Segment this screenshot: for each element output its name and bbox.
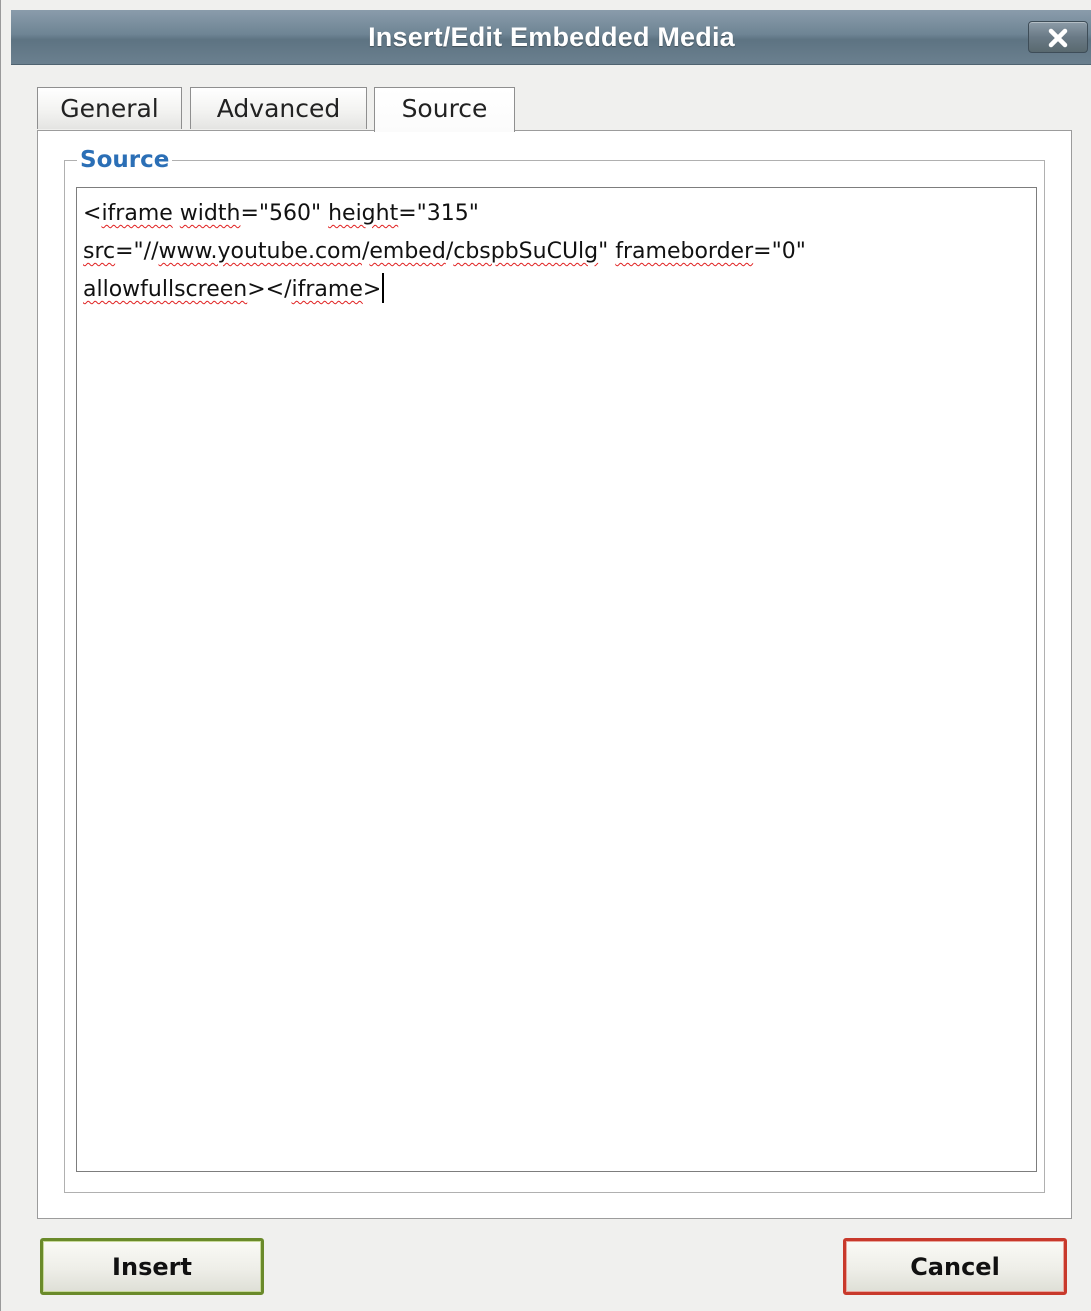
misspelled-token: height: [328, 201, 399, 226]
source-code-textarea[interactable]: <iframe width="560" height="315" src="//w…: [76, 187, 1037, 1172]
source-code-line: <iframe width="560" height="315": [83, 195, 1036, 233]
misspelled-token: src: [83, 239, 116, 264]
misspelled-token: allowfullscreen: [83, 277, 248, 302]
close-button[interactable]: [1028, 21, 1088, 53]
text-caret: [382, 273, 385, 303]
code-token: ="315": [398, 201, 479, 226]
tab-advanced[interactable]: Advanced: [190, 87, 367, 129]
code-token: ="//: [115, 239, 159, 264]
dialog-title: Insert/Edit Embedded Media: [368, 22, 735, 52]
cancel-button[interactable]: Cancel: [843, 1238, 1067, 1295]
source-legend: Source: [77, 144, 173, 176]
close-icon: [1029, 22, 1087, 52]
source-code-line: allowfullscreen></iframe>: [83, 271, 1036, 309]
tab-general[interactable]: General: [37, 87, 182, 129]
misspelled-token: embed: [369, 239, 446, 264]
source-code-line: src="//www.youtube.com/embed/cbspbSuCUlg…: [83, 233, 1036, 271]
tab-source[interactable]: Source: [374, 87, 515, 132]
code-token: >: [362, 277, 382, 302]
misspelled-token: iframe: [101, 201, 173, 226]
code-token: ="0": [753, 239, 806, 264]
code-token: ="560": [240, 201, 329, 226]
source-tab-panel: Source <iframe width="560" height="315" s…: [37, 130, 1072, 1219]
insert-button[interactable]: Insert: [40, 1238, 264, 1295]
misspelled-token: iframe: [291, 277, 363, 302]
code-token: <: [83, 201, 102, 226]
source-fieldset: Source <iframe width="560" height="315" s…: [64, 144, 1045, 1193]
title-bar[interactable]: Insert/Edit Embedded Media: [11, 10, 1091, 65]
embedded-media-dialog: Insert/Edit Embedded Media General Advan…: [0, 0, 1091, 1311]
code-token: ": [598, 239, 616, 264]
misspelled-token: width: [179, 201, 241, 226]
misspelled-token: cbspbSuCUlg: [453, 239, 599, 264]
code-token: ></: [247, 277, 292, 302]
misspelled-token: www.youtube.com: [158, 239, 362, 264]
misspelled-token: frameborder: [615, 239, 754, 264]
